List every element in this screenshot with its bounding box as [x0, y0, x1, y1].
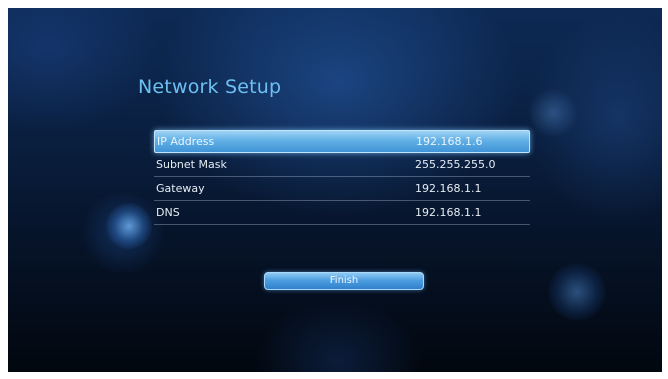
setting-row-gateway[interactable]: Gateway 192.168.1.1: [154, 177, 530, 201]
setting-value: 192.168.1.1: [415, 182, 482, 195]
network-settings-list: IP Address 192.168.1.6 Subnet Mask 255.2…: [154, 130, 530, 225]
background-orb: [106, 203, 152, 249]
setting-value: 192.168.1.6: [416, 135, 483, 148]
setting-label: IP Address: [157, 135, 215, 148]
background-glow: [528, 88, 578, 138]
finish-button[interactable]: Finish: [264, 272, 424, 290]
network-setup-screen: Network Setup IP Address 192.168.1.6 Sub…: [8, 8, 662, 372]
setting-label: Subnet Mask: [156, 158, 227, 171]
setting-value: 255.255.255.0: [415, 158, 496, 171]
background-orb: [548, 263, 606, 321]
setting-label: Gateway: [156, 182, 205, 195]
page-title: Network Setup: [138, 76, 282, 98]
setting-label: DNS: [156, 206, 180, 219]
setting-row-ip-address[interactable]: IP Address 192.168.1.6: [154, 130, 530, 153]
setting-row-dns[interactable]: DNS 192.168.1.1: [154, 201, 530, 225]
setting-row-subnet-mask[interactable]: Subnet Mask 255.255.255.0: [154, 153, 530, 177]
setting-value: 192.168.1.1: [415, 206, 482, 219]
